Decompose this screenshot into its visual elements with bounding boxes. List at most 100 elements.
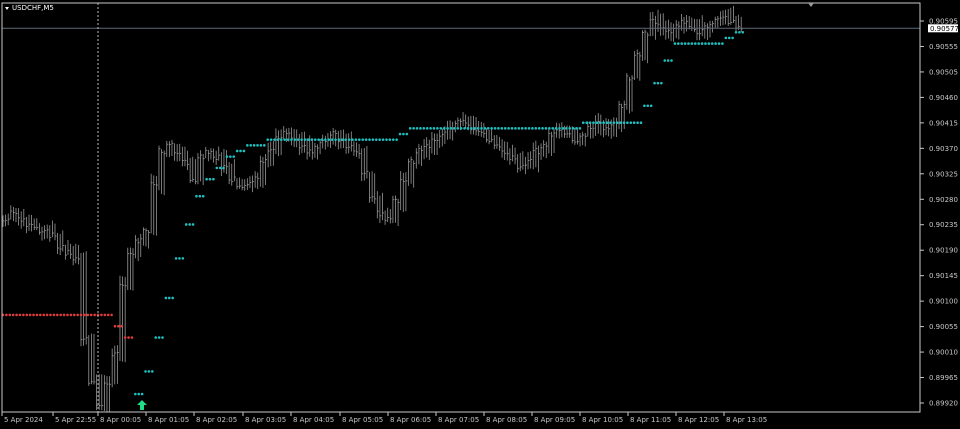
sar-dot [83, 313, 86, 317]
sar-dot [147, 370, 151, 373]
sar-dot [235, 149, 239, 153]
sar-dot [52, 313, 56, 317]
sar-dot [195, 194, 198, 198]
sar-dot [697, 42, 700, 45]
sar-dot [167, 296, 171, 300]
sar-dot [351, 138, 354, 141]
sar-dot [188, 223, 191, 226]
sar-dot [558, 127, 561, 130]
sar-dot [327, 138, 331, 141]
sar-dot [693, 42, 697, 45]
sar-dot [113, 324, 117, 328]
sar-dot [663, 59, 667, 62]
sar-dot [8, 313, 12, 317]
sar-dot [344, 138, 348, 141]
price-tick-label: 0.90505 [929, 68, 958, 76]
sar-dot [581, 121, 585, 125]
sar-dot [412, 127, 415, 130]
time-tick-label: 8 Apr 07:05 [438, 416, 479, 424]
sar-dot [490, 127, 493, 130]
sar-dot [629, 121, 633, 125]
sar-dot [140, 392, 144, 396]
sar-dot [493, 127, 497, 130]
sar-dot [554, 127, 558, 130]
price-tick-label: 0.90145 [929, 272, 958, 280]
chart-window[interactable]: USDCHF,M5 0.90595 0.90555 0.90505 0.90460 0.… [0, 0, 960, 425]
sar-dot [670, 59, 673, 62]
sar-dot [578, 127, 582, 130]
sar-dot [72, 313, 76, 317]
sar-dot [425, 127, 429, 130]
sar-dot [643, 104, 646, 108]
sar-dot [215, 166, 219, 170]
symbol-label: USDCHF,M5 [12, 4, 54, 12]
sar-dot [242, 149, 246, 153]
sar-dot [18, 313, 22, 317]
sar-dot [11, 313, 15, 317]
sar-dot [269, 138, 273, 141]
sar-dot [39, 313, 42, 317]
sar-dot [161, 336, 164, 339]
sar-dot [466, 127, 470, 130]
sar-dot [449, 127, 453, 130]
sar-dot [157, 336, 161, 339]
sar-dot [120, 324, 124, 328]
sar-dot [310, 138, 314, 141]
sar-dot [551, 127, 555, 130]
sar-dot [738, 30, 741, 34]
symbol-menu[interactable]: USDCHF,M5 [5, 4, 54, 12]
sar-dot [575, 127, 578, 130]
sar-dot [571, 127, 575, 130]
sar-dot [313, 138, 317, 141]
sar-dot [378, 138, 381, 141]
sar-dot [62, 313, 66, 317]
time-tick-label: 8 Apr 08:05 [486, 416, 527, 424]
sar-dot [32, 313, 35, 317]
sar-dot [225, 155, 229, 158]
sar-dot [636, 121, 639, 125]
time-tick-label: 8 Apr 01:05 [148, 416, 189, 424]
sar-dot [544, 127, 548, 130]
price-tick-label: 0.89920 [929, 400, 958, 408]
sar-dot [422, 127, 426, 130]
time-tick-label: 8 Apr 05:05 [342, 416, 383, 424]
time-tick-label: 8 Apr 04:05 [293, 416, 334, 424]
time-tick-label: 8 Apr 02:05 [196, 416, 237, 424]
sar-dot [442, 127, 446, 130]
sar-dot [432, 127, 436, 130]
sar-dot [388, 138, 392, 141]
sar-dot [646, 104, 650, 108]
sar-dot [273, 138, 276, 141]
sar-dot [49, 313, 52, 317]
sar-dot [476, 127, 480, 130]
sar-dot [123, 336, 127, 339]
sar-dot [398, 132, 402, 136]
sar-dot [324, 138, 327, 141]
time-tick-label: 8 Apr 00:05 [100, 416, 141, 424]
sar-dot [246, 144, 249, 147]
price-tick-label: 0.90100 [929, 298, 958, 306]
sar-dot [707, 42, 711, 45]
sar-dot [656, 81, 660, 85]
sar-dot [100, 313, 103, 317]
sar-dot [320, 138, 324, 141]
sar-dot [548, 127, 551, 130]
sar-dot [361, 138, 365, 141]
sar-dot [252, 144, 256, 147]
price-tick-label: 0.90460 [929, 94, 958, 102]
price-tick-label: 0.90325 [929, 170, 958, 178]
sar-dot [439, 127, 443, 130]
sar-dot [28, 313, 32, 317]
sar-dot [704, 42, 707, 45]
sar-dot [612, 121, 616, 125]
sar-dot [184, 223, 188, 226]
svg-text:0.90577: 0.90577 [930, 25, 959, 33]
sar-dot [402, 132, 405, 136]
sar-dot [391, 138, 395, 141]
sar-dot [59, 313, 62, 317]
sar-dot [520, 127, 524, 130]
sar-dot [700, 42, 704, 45]
sar-dot [144, 370, 147, 373]
sar-dot [130, 336, 134, 339]
sar-dot [602, 121, 605, 125]
